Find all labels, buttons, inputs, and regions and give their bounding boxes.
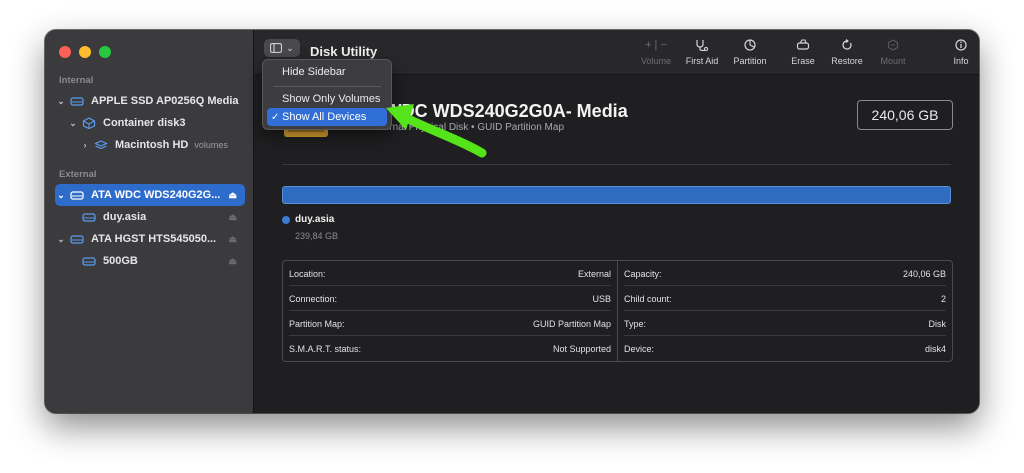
sidebar-item-duy-asia[interactable]: duy.asia ⏏ — [55, 206, 245, 228]
info-icon — [955, 39, 967, 51]
chevron-down-icon[interactable]: ⌄ — [67, 118, 79, 129]
sidebar-item-apple-ssd[interactable]: ⌄ APPLE SSD AP0256Q Media — [55, 90, 245, 112]
sidebar: Internal ⌄ APPLE SSD AP0256Q Media ⌄ Con… — [45, 30, 254, 413]
minimize-window-button[interactable] — [79, 46, 91, 58]
chevron-down-icon: ⌄ — [286, 42, 294, 53]
restore-arrow-icon — [842, 39, 852, 50]
close-window-button[interactable] — [59, 46, 71, 58]
disk-utility-window: Internal ⌄ APPLE SSD AP0256Q Media ⌄ Con… — [45, 30, 979, 413]
internal-disk-icon — [70, 97, 84, 106]
info-column-right: Capacity: 240,06 GB Child count: 2 Type: Di… — [618, 261, 952, 361]
volume-icon — [82, 213, 96, 222]
menu-item-show-only-volumes[interactable]: Show Only Volumes — [267, 90, 387, 108]
sidebar-item-label: 500GB — [103, 255, 138, 267]
mount-icon — [887, 39, 899, 51]
info-row: Location: External — [283, 261, 617, 286]
usage-legend-name: duy.asia — [295, 214, 335, 225]
eject-icon[interactable]: ⏏ — [228, 212, 237, 223]
chevron-down-icon[interactable]: ⌄ — [55, 190, 67, 201]
info-row: Device: disk4 — [624, 343, 946, 354]
chevron-down-icon[interactable]: ⌄ — [55, 234, 67, 245]
sidebar-item-label: APPLE SSD AP0256Q Media — [91, 95, 239, 107]
sidebar-item-label: Container disk3 — [103, 117, 186, 129]
usage-legend-dot — [282, 216, 290, 224]
capacity-badge: 240,06 GB — [857, 100, 953, 130]
eject-icon[interactable]: ⏏ — [228, 256, 237, 267]
chevron-down-icon[interactable]: ⌄ — [55, 96, 67, 107]
external-disk-icon — [70, 235, 84, 244]
info-table: Location: External Connection: USB Partiti… — [282, 260, 953, 362]
checkmark-icon: ✓ — [271, 111, 280, 123]
info-row: Capacity: 240,06 GB — [618, 261, 952, 286]
sidebar-item-container[interactable]: ⌄ Container disk3 — [55, 112, 245, 134]
volume-icon — [82, 257, 96, 266]
sidebar-item-label: ATA HGST HTS545050... — [91, 233, 217, 245]
info-row: Type: Disk — [618, 311, 952, 336]
zoom-window-button[interactable] — [99, 46, 111, 58]
sidebar-item-label: ATA WDC WDS240G2G... — [91, 189, 221, 201]
sidebar-section-internal: Internal — [59, 75, 94, 86]
info-button[interactable]: Info — [931, 39, 979, 66]
view-menu-button[interactable]: ⌄ — [264, 39, 300, 57]
sidebar-item-label: duy.asia — [103, 211, 147, 223]
info-row: Connection: USB — [283, 286, 617, 311]
view-dropdown-menu: Hide Sidebar Show Only Volumes ✓ Show Al… — [262, 59, 392, 130]
usage-legend-size: 239,84 GB — [295, 231, 339, 241]
menu-item-show-all-devices[interactable]: ✓ Show All Devices — [267, 108, 387, 126]
sidebar-item-ata-wdc[interactable]: ⌄ ATA WDC WDS240G2G... ⏏ — [55, 184, 245, 206]
eject-icon[interactable]: ⏏ — [228, 234, 237, 245]
partition-button[interactable]: Partition — [720, 39, 780, 66]
info-row: Partition Map: GUID Partition Map — [283, 311, 617, 336]
external-disk-icon — [70, 191, 84, 200]
info-row: Child count: 2 — [618, 286, 952, 311]
sidebar-section-external: External — [59, 169, 97, 180]
menu-item-hide-sidebar[interactable]: Hide Sidebar — [267, 63, 387, 81]
sidebar-item-ata-hgst[interactable]: ⌄ ATA HGST HTS545050... ⏏ — [55, 228, 245, 250]
container-icon — [82, 117, 96, 129]
sidebar-item-macintosh-hd[interactable]: › Macintosh HD volumes — [55, 134, 245, 156]
eject-icon[interactable]: ⏏ — [228, 190, 237, 201]
sidebar-item-500gb[interactable]: 500GB ⏏ — [55, 250, 245, 272]
annotation-arrow-icon — [386, 104, 487, 158]
volumes-stack-icon — [94, 140, 108, 150]
sidebar-item-label: Macintosh HD — [115, 139, 189, 151]
partition-pie-icon — [744, 39, 756, 51]
erase-disk-icon — [796, 39, 810, 50]
sidebar-toggle-icon — [270, 43, 283, 53]
window-title: Disk Utility — [310, 44, 378, 59]
info-row: S.M.A.R.T. status: Not Supported — [289, 343, 611, 354]
divider — [282, 164, 951, 165]
menu-separator — [273, 86, 381, 87]
info-column-left: Location: External Connection: USB Partiti… — [283, 261, 618, 361]
stethoscope-icon — [696, 40, 709, 51]
usage-bar — [282, 186, 951, 204]
mount-button[interactable]: Mount — [863, 39, 923, 66]
volumes-sublabel: volumes — [194, 140, 228, 150]
chevron-right-icon[interactable]: › — [79, 140, 91, 150]
